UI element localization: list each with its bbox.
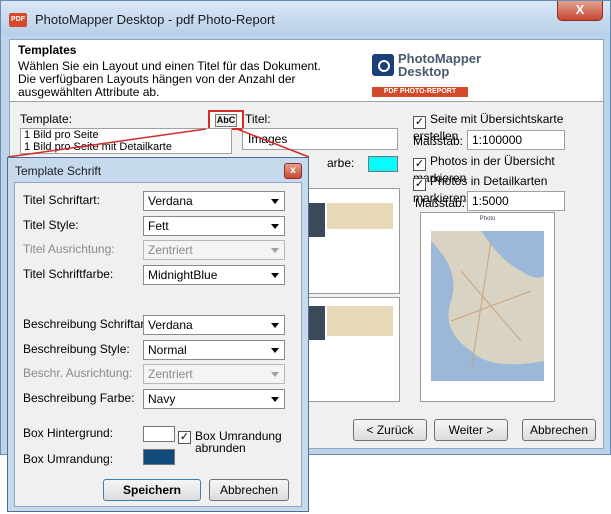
font-abc-icon: AbC xyxy=(215,114,237,127)
overview-map-image xyxy=(431,231,544,381)
preview-photo xyxy=(307,306,325,340)
titel-ausrichtung-select: Zentriert xyxy=(143,240,285,260)
beschreibung-style-select[interactable]: Normal xyxy=(143,340,285,360)
save-button[interactable]: Speichern xyxy=(103,479,201,501)
chevron-down-icon[interactable] xyxy=(271,199,279,204)
checkbox-checked-icon[interactable]: ✓ xyxy=(413,116,426,129)
chevron-down-icon[interactable] xyxy=(271,348,279,353)
preview-map-image xyxy=(327,306,393,336)
page-preview: Photo xyxy=(420,212,555,402)
photomapper-logo: PhotoMapper Desktop PDF PHOTO-REPORT xyxy=(372,50,482,98)
preview-page-title: Photo xyxy=(479,216,496,222)
camera-icon xyxy=(372,54,394,76)
template-label: Template: xyxy=(20,112,73,126)
template-font-dialog: Template Schrift x Titel Schriftart: Ver… xyxy=(7,157,309,512)
chevron-down-icon[interactable] xyxy=(271,323,279,328)
titel-schriftart-label: Titel Schriftart: xyxy=(23,193,100,207)
titel-input[interactable]: Images xyxy=(242,128,398,150)
window-close-button[interactable]: X xyxy=(557,1,603,21)
farbe-label: arbe: xyxy=(327,156,355,170)
chevron-down-icon xyxy=(271,372,279,377)
template-listbox[interactable]: 1 Bild pro Seite 1 Bild pro Seite mit De… xyxy=(20,128,232,154)
wizard-header: Templates Wählen Sie ein Layout und eine… xyxy=(10,40,603,102)
titel-style-select[interactable]: Fett xyxy=(143,216,285,236)
beschreibung-farbe-label: Beschreibung Farbe: xyxy=(23,391,135,405)
massstab-label-1: Maßstab: xyxy=(413,134,464,148)
dialog-close-button[interactable]: x xyxy=(284,163,302,179)
massstab-input-2[interactable]: 1:5000 xyxy=(467,191,565,211)
box-umrandung-label: Box Umrandung: xyxy=(23,452,114,466)
titel-ausrichtung-label: Titel Ausrichtung: xyxy=(23,242,115,256)
titel-schriftfarbe-label: Titel Schriftfarbe: xyxy=(23,267,114,281)
next-button[interactable]: Weiter > xyxy=(434,419,508,441)
beschreibung-style-label: Beschreibung Style: xyxy=(23,342,130,356)
checkbox-checked-icon[interactable]: ✓ xyxy=(178,431,191,444)
pdf-icon: PDF xyxy=(9,13,27,27)
beschreibung-schriftart-select[interactable]: Verdana xyxy=(143,315,285,335)
list-item[interactable]: 1 Bild pro Seite xyxy=(21,129,231,141)
chevron-down-icon xyxy=(271,248,279,253)
page-description: Wählen Sie ein Layout und einen Titel fü… xyxy=(18,59,321,99)
box-background-swatch[interactable] xyxy=(143,426,175,442)
box-hintergrund-label: Box Hintergrund: xyxy=(23,426,114,440)
beschreibung-farbe-select[interactable]: Navy xyxy=(143,389,285,409)
logo-tagline: PDF PHOTO-REPORT xyxy=(372,87,468,97)
title-bar[interactable]: PDF PhotoMapper Desktop - pdf Photo-Repo… xyxy=(1,1,610,35)
massstab-label-2: Maßstab: xyxy=(415,196,466,210)
back-button[interactable]: < Zurück xyxy=(353,419,427,441)
titel-style-label: Titel Style: xyxy=(23,218,79,232)
title-color-swatch[interactable] xyxy=(368,156,398,172)
layout-preview-1[interactable] xyxy=(302,188,400,294)
beschr-ausrichtung-label: Beschr. Ausrichtung: xyxy=(23,366,133,380)
checkbox-checked-icon[interactable]: ✓ xyxy=(413,178,426,191)
round-border-checkbox[interactable]: ✓ Box Umrandung abrunden xyxy=(178,430,296,454)
chevron-down-icon[interactable] xyxy=(271,397,279,402)
dialog-cancel-button[interactable]: Abbrechen xyxy=(209,479,289,501)
chevron-down-icon[interactable] xyxy=(271,273,279,278)
titel-schriftfarbe-select[interactable]: MidnightBlue xyxy=(143,265,285,285)
logo-text: PhotoMapper Desktop xyxy=(398,51,482,79)
template-font-button[interactable]: AbC xyxy=(208,110,244,130)
cancel-button[interactable]: Abbrechen xyxy=(522,419,596,441)
massstab-input-1[interactable]: 1:100000 xyxy=(467,130,565,150)
beschr-ausrichtung-select: Zentriert xyxy=(143,364,285,384)
chevron-down-icon[interactable] xyxy=(271,224,279,229)
preview-map-image xyxy=(327,203,393,229)
checkbox-checked-icon[interactable]: ✓ xyxy=(413,158,426,171)
page-title: Templates xyxy=(18,43,77,57)
map-water-shape xyxy=(431,231,544,381)
box-border-swatch[interactable] xyxy=(143,449,175,465)
dialog-body: Titel Schriftart: Verdana Titel Style: F… xyxy=(14,182,302,507)
preview-photo xyxy=(307,203,325,237)
window-title: PhotoMapper Desktop - pdf Photo-Report xyxy=(35,12,275,27)
list-item[interactable]: 1 Bild pro Seite mit Detailkarte xyxy=(21,141,231,153)
titel-label: Titel: xyxy=(245,112,271,126)
beschreibung-schriftart-label: Beschreibung Schriftart xyxy=(23,317,148,331)
dialog-title: Template Schrift xyxy=(15,164,102,178)
layout-preview-2[interactable] xyxy=(302,297,400,402)
titel-schriftart-select[interactable]: Verdana xyxy=(143,191,285,211)
